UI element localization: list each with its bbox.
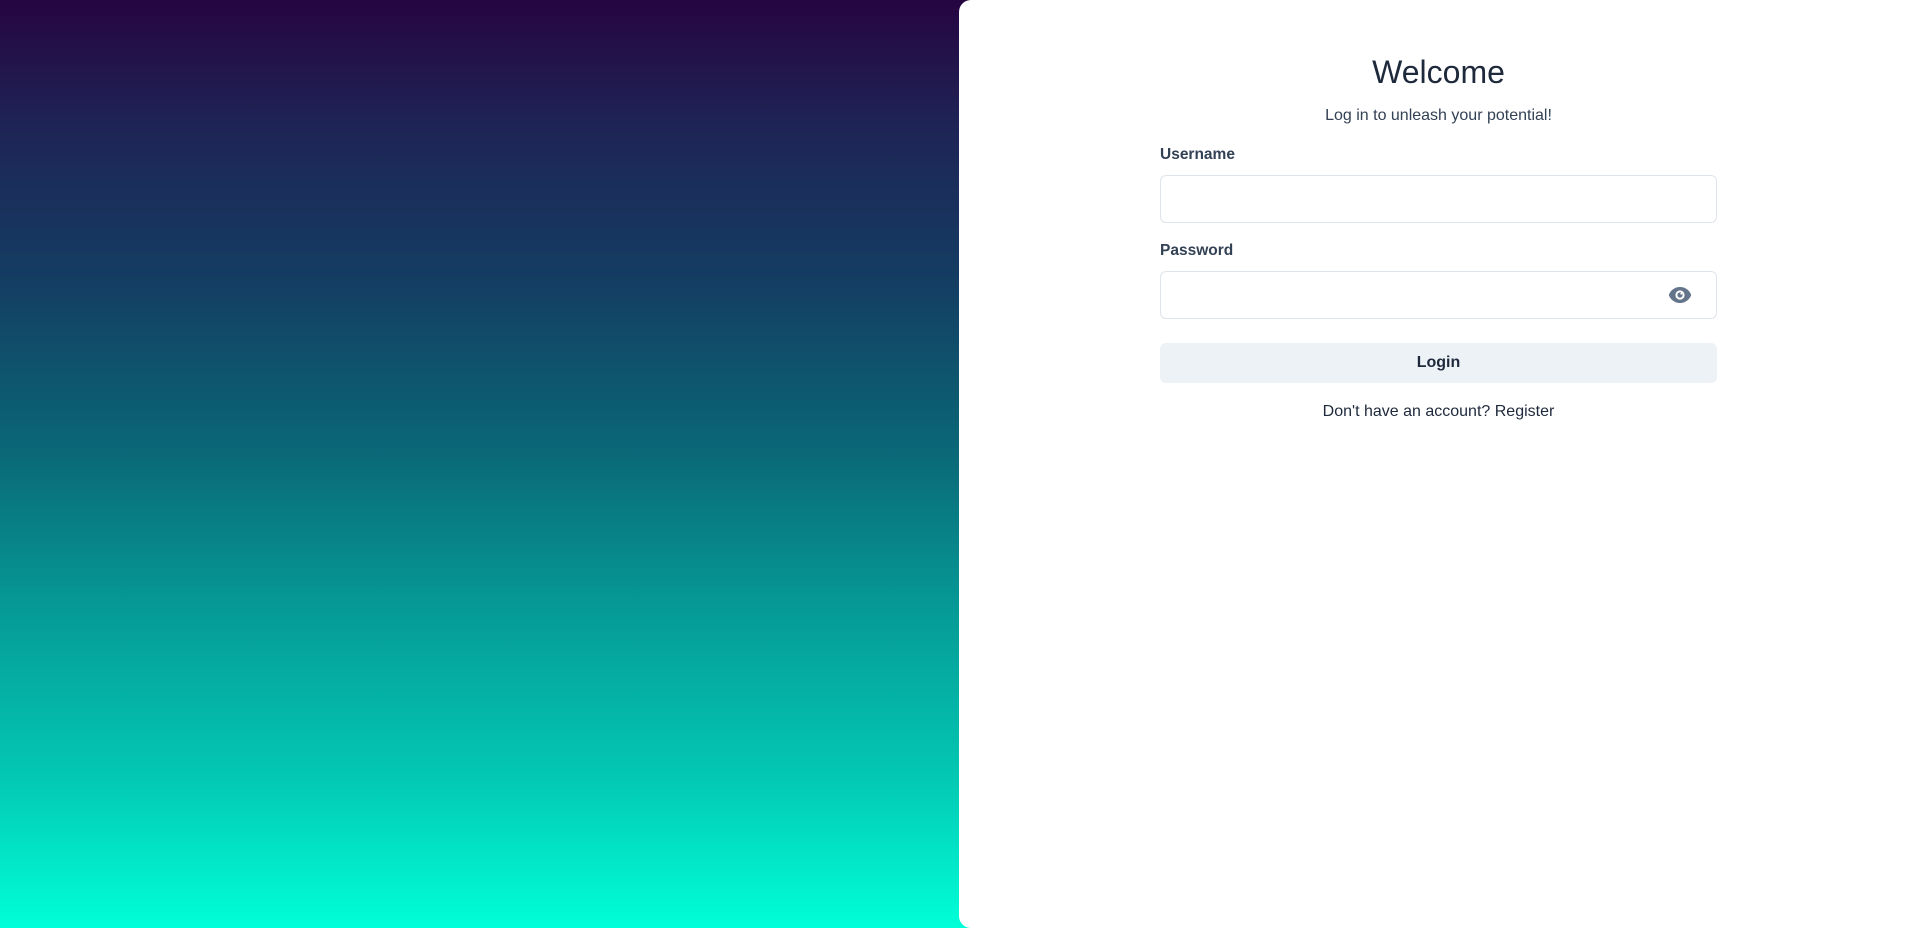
page-subtitle: Log in to unleash your potential!	[1325, 107, 1552, 124]
login-card	[959, 0, 1914, 928]
register-prompt: Don't have an account? Register	[1160, 401, 1717, 423]
username-input[interactable]	[1160, 175, 1717, 223]
username-label: Username	[1160, 146, 1235, 163]
register-prompt-text: Don't have an account?	[1322, 403, 1491, 420]
login-page: Welcome Log in to unleash your potential…	[0, 0, 1914, 928]
password-label: Password	[1160, 242, 1234, 259]
gradient-background-panel	[0, 0, 970, 928]
register-link[interactable]: Register	[1495, 403, 1555, 420]
login-button[interactable]: Login	[1160, 343, 1717, 383]
password-input[interactable]	[1160, 271, 1717, 319]
show-password-toggle[interactable]	[1667, 283, 1693, 307]
page-title: Welcome	[1372, 54, 1505, 90]
eye-icon	[1668, 287, 1692, 303]
